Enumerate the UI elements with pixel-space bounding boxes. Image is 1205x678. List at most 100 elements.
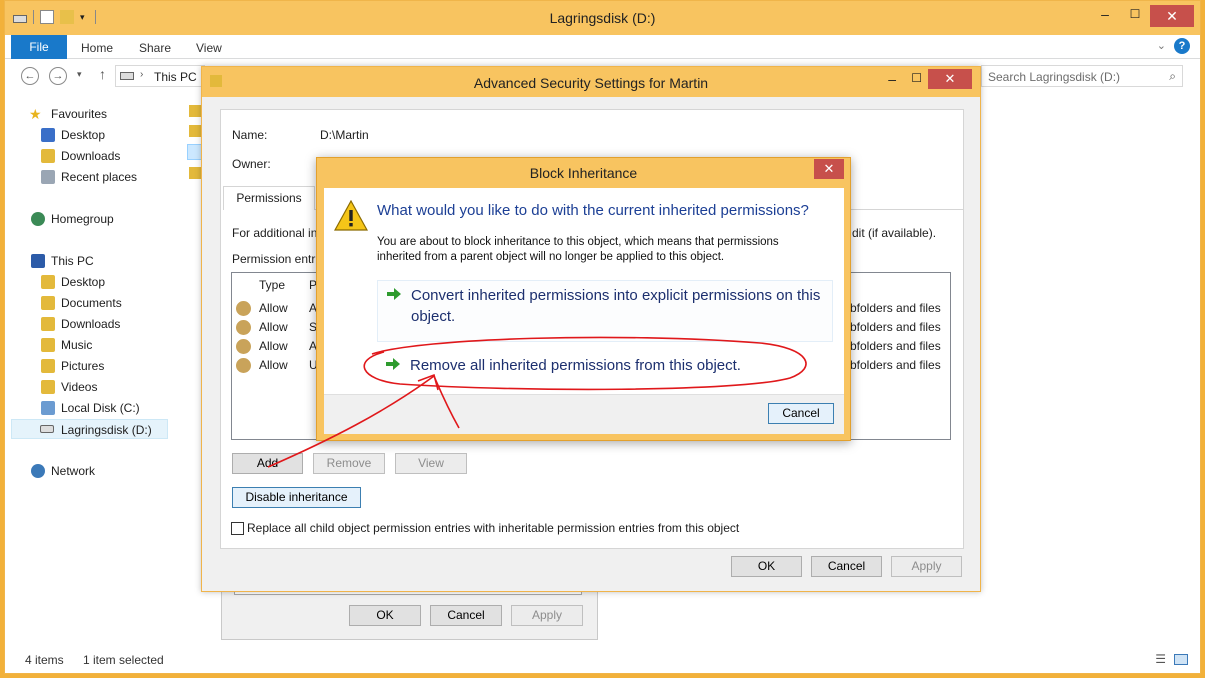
row-applies-to: bfolders and files (850, 320, 941, 334)
warning-icon (334, 200, 368, 231)
expand-ribbon-icon[interactable]: ⌄ (1157, 39, 1166, 52)
search-placeholder: Search Lagringsdisk (D:) (988, 70, 1121, 84)
nav-label: Local Disk (C:) (61, 401, 140, 415)
nav-documents[interactable]: Documents (5, 293, 170, 313)
selection-count: 1 item selected (83, 653, 164, 667)
close-button[interactable]: ✕ (1150, 5, 1194, 27)
desktop-icon (41, 128, 55, 142)
up-icon[interactable]: ↑ (99, 66, 106, 82)
nav-label: Recent places (61, 170, 138, 184)
nav-label: Network (51, 464, 96, 478)
properties-ok-button[interactable]: OK (349, 605, 421, 626)
nav-downloads[interactable]: Downloads (5, 146, 170, 166)
ribbon-tabs: File Home Share View ⌄ ? (5, 35, 1200, 59)
details-view-icon[interactable]: ☰ (1155, 652, 1166, 666)
local-disk-icon (41, 401, 55, 415)
row-applies-to: bfolders and files (850, 301, 941, 315)
column-header-type[interactable]: Type (259, 278, 285, 292)
properties-apply-button[interactable]: Apply (511, 605, 583, 626)
folder-icon[interactable] (189, 167, 201, 179)
nav-pictures[interactable]: Pictures (5, 356, 170, 376)
dialog-footer: Cancel (324, 394, 844, 434)
users-icon (236, 339, 251, 354)
ok-button[interactable]: OK (731, 556, 802, 577)
recent-locations-icon[interactable]: ▾ (77, 69, 82, 80)
large-icons-view-icon[interactable] (1174, 654, 1188, 665)
properties-cancel-button[interactable]: Cancel (430, 605, 502, 626)
view-button[interactable]: View (395, 453, 467, 474)
tab-share[interactable]: Share (139, 41, 171, 55)
tab-file[interactable]: File (11, 35, 67, 59)
users-icon (236, 301, 251, 316)
nav-pc-downloads[interactable]: Downloads (5, 314, 170, 334)
block-inheritance-dialog: Block Inheritance ✕ What would you like … (316, 157, 851, 441)
nav-label: Desktop (61, 128, 106, 142)
disable-inheritance-button[interactable]: Disable inheritance (232, 487, 361, 508)
nav-recent-places[interactable]: Recent places (5, 167, 170, 187)
folder-icon[interactable] (189, 125, 201, 137)
cancel-button[interactable]: Cancel (811, 556, 882, 577)
nav-videos[interactable]: Videos (5, 377, 170, 397)
nav-this-pc[interactable]: This PC (5, 251, 170, 271)
nav-label: Documents (61, 296, 122, 310)
nav-local-disk[interactable]: Local Disk (C:) (5, 398, 170, 418)
name-value: D:\Martin (320, 128, 369, 142)
nav-favourites[interactable]: ★ Favourites (5, 104, 170, 124)
row-applies-to: bfolders and files (850, 358, 941, 372)
back-icon[interactable]: ← (21, 67, 39, 85)
dialog-title: Block Inheritance (529, 165, 638, 181)
convert-permissions-option[interactable]: Convert inherited permissions into expli… (377, 280, 833, 342)
row-type: Allow (259, 301, 288, 315)
remove-permissions-option[interactable]: Remove all inherited permissions from th… (377, 351, 833, 381)
folder-icon[interactable] (189, 105, 201, 117)
nav-lagringsdisk[interactable]: Lagringsdisk (D:) (11, 419, 168, 439)
maximize-button[interactable]: ☐ (1122, 5, 1148, 25)
tab-view[interactable]: View (196, 41, 222, 55)
forward-icon[interactable]: → (49, 67, 67, 85)
nav-label: Desktop (61, 275, 106, 289)
users-icon (236, 320, 251, 335)
homegroup-icon (31, 212, 45, 226)
permission-entries-label: Permission entri (232, 252, 319, 266)
title-bar: ▾ Lagringsdisk (D:) – ☐ ✕ (5, 1, 1200, 35)
minimize-button[interactable]: – (1092, 5, 1118, 25)
dialog-title-bar: Advanced Security Settings for Martin – … (202, 67, 980, 97)
folder-icon (41, 296, 55, 310)
address-field[interactable]: › This PC (115, 65, 205, 87)
search-input[interactable]: Search Lagringsdisk (D:) ⌕ (981, 65, 1183, 87)
dialog-description: You are about to block inheritance to th… (377, 236, 779, 263)
breadcrumb[interactable]: This PC (154, 70, 197, 84)
tab-home[interactable]: Home (81, 41, 113, 55)
network-icon (31, 464, 45, 478)
green-arrow-icon (387, 288, 401, 300)
status-bar: 4 items 1 item selected ☰ (5, 649, 1200, 673)
add-button[interactable]: Add (232, 453, 303, 474)
cancel-button[interactable]: Cancel (768, 403, 834, 424)
nav-label: Videos (61, 380, 98, 394)
replace-child-permissions-checkbox[interactable] (231, 522, 244, 535)
search-icon[interactable]: ⌕ (1169, 69, 1176, 84)
close-button[interactable]: ✕ (928, 69, 972, 89)
nav-homegroup[interactable]: Homegroup (5, 209, 170, 229)
item-count: 4 items (25, 653, 64, 667)
nav-label: This PC (51, 254, 94, 268)
nav-network[interactable]: Network (5, 461, 170, 481)
nav-music[interactable]: Music (5, 335, 170, 355)
remove-button[interactable]: Remove (313, 453, 385, 474)
info-text-end: dit (if available). (852, 226, 937, 240)
minimize-button[interactable]: – (888, 71, 896, 87)
nav-desktop[interactable]: Desktop (5, 125, 170, 145)
apply-button[interactable]: Apply (891, 556, 962, 577)
breadcrumb-chevron-icon: › (140, 69, 144, 80)
green-arrow-icon (386, 358, 400, 370)
nav-pc-desktop[interactable]: Desktop (5, 272, 170, 292)
close-button[interactable]: ✕ (814, 159, 844, 179)
nav-label: Pictures (61, 359, 105, 373)
help-icon[interactable]: ? (1174, 38, 1190, 54)
music-folder-icon (41, 338, 55, 352)
downloads-folder-icon (41, 149, 55, 163)
drive-icon (40, 425, 54, 433)
videos-folder-icon (41, 380, 55, 394)
tab-permissions[interactable]: Permissions (223, 186, 315, 210)
maximize-button[interactable]: ☐ (911, 71, 922, 85)
